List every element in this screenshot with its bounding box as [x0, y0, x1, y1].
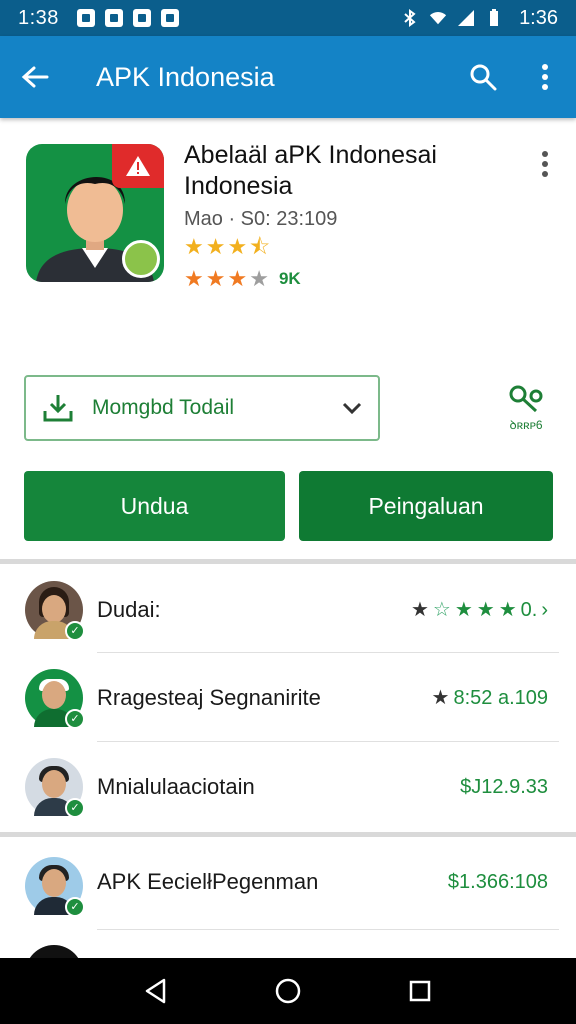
list-item[interactable]: ✓ Mnialulaaciotain $J12.9.33 [0, 743, 576, 831]
chevron-right-icon: › [541, 598, 548, 621]
system-nav-bar [0, 958, 576, 1024]
rating-count: 9K [278, 269, 301, 288]
notification-icon [104, 9, 123, 27]
avatar: ✓ [25, 669, 85, 729]
list-item[interactable]: ✓ Dudai: ★ ☆ ★ ★ ★ 0. › [0, 566, 576, 654]
verified-badge-icon: ✓ [65, 798, 85, 818]
nav-recents-button[interactable] [400, 971, 440, 1011]
list-item-value: 8:52 a.109 [453, 686, 548, 709]
key-share-icon [509, 385, 543, 413]
verified-badge-icon: ✓ [65, 709, 85, 729]
list-item-value: $J12.9.33 [460, 775, 548, 798]
star-icon: ★ [498, 599, 517, 621]
star-icon: ★ [454, 599, 473, 621]
star-icon: ★ [476, 599, 495, 621]
signal-icon [457, 9, 475, 27]
download-icon [43, 395, 73, 422]
search-button[interactable] [452, 36, 514, 118]
sync-badge-icon [122, 240, 160, 278]
list-divider [97, 652, 559, 653]
app-name: Abelaäl aPK Indonesai Indonesia [184, 141, 437, 200]
notification-icons [76, 9, 179, 27]
verified-badge-icon: ✓ [65, 621, 85, 641]
app-header: Abelaäl aPK Indonesai Indonesia Mao · S0… [0, 118, 576, 368]
list-item-value-group: $1.366:108 [448, 871, 548, 894]
list-item[interactable]: ✓ APK EecielłPegenman $1.366:108 [0, 838, 576, 926]
star-outline-icon: ☆ [432, 599, 451, 621]
bluetooth-icon [401, 9, 419, 27]
avatar: ✓ [25, 758, 85, 818]
list-divider [97, 741, 559, 742]
star-icon: ★ [410, 599, 429, 621]
image-notification-icon [160, 9, 179, 27]
chevron-down-icon [342, 402, 362, 414]
circle-home-icon [275, 978, 301, 1004]
half-star-icon: ⯪ [249, 234, 271, 259]
status-time-right: 1:36 [519, 6, 558, 29]
share-button[interactable]: ꝺʀʀᴘ6 [494, 384, 558, 436]
nav-home-button[interactable] [268, 971, 308, 1011]
battery-icon [485, 9, 503, 27]
triangle-back-icon [145, 978, 166, 1004]
download-button[interactable]: Undua [24, 471, 285, 541]
star-icon: ★ [184, 266, 204, 291]
list-divider [97, 929, 559, 930]
settings-button[interactable]: Peingaluan [299, 471, 553, 541]
nav-back-button[interactable] [136, 971, 176, 1011]
warning-icon [112, 144, 164, 188]
section-divider [0, 832, 576, 837]
rating-stars-secondary: ★ ★ ★ ★ 9K [184, 268, 301, 290]
list-item-value: $1.366:108 [447, 870, 548, 893]
star-icon: ★ [205, 266, 226, 291]
list-item-value: 0. [520, 598, 538, 621]
star-icon: ★ [205, 234, 226, 259]
verified-badge-icon: ✓ [65, 897, 85, 917]
app-bar: APK Indonesia [0, 36, 576, 118]
search-icon [470, 64, 497, 91]
notification-icon [132, 9, 151, 27]
download-option-label: Momgbd Todail [92, 396, 235, 419]
list-item-rating: ★ ☆ ★ ★ ★ 0. › [411, 599, 548, 622]
list-item-title: Dudai: [97, 597, 161, 622]
share-label: ꝺʀʀᴘ6 [509, 418, 543, 432]
rating-stars-primary: ★ ★ ★ ⯪ [184, 236, 270, 258]
square-recents-icon [409, 980, 431, 1002]
star-icon: ★ [184, 234, 204, 259]
star-empty-icon: ★ [249, 266, 269, 291]
app-bar-title: APK Indonesia [96, 61, 275, 92]
star-icon: ★ [431, 687, 450, 709]
list-item-title: Mnialulaaciotain [97, 774, 255, 799]
wifi-icon [429, 9, 447, 27]
list-item[interactable]: ✓ Rragesteaj Segnanirite ★ 8:52 a.109 [0, 654, 576, 742]
section-divider [0, 559, 576, 564]
more-vert-icon [542, 151, 548, 177]
status-bar: 1:38 1:36 [0, 0, 576, 36]
more-vert-icon [542, 64, 548, 90]
list-item-title: APK EecielłPegenman [97, 869, 319, 894]
arrow-back-icon [21, 66, 49, 88]
list-item-value-group: $J12.9.33 [460, 776, 548, 799]
download-option-select[interactable]: Momgbd Todail [24, 375, 380, 441]
star-icon: ★ [227, 266, 248, 291]
avatar: ✓ [25, 581, 85, 641]
list-item-title: Rragesteaj Segnanirite [97, 685, 321, 710]
overflow-menu-button[interactable] [514, 36, 576, 118]
app-meta: Mao · S0: 23:109 [184, 208, 338, 230]
list-item-value-group: ★ 8:52 a.109 [432, 687, 548, 710]
status-time: 1:38 [18, 6, 59, 29]
star-icon: ★ [227, 234, 248, 259]
avatar: ✓ [25, 857, 85, 917]
app-menu-button[interactable] [530, 144, 560, 184]
app-icon [26, 144, 164, 282]
back-button[interactable] [0, 36, 70, 118]
notification-icon [76, 9, 95, 27]
